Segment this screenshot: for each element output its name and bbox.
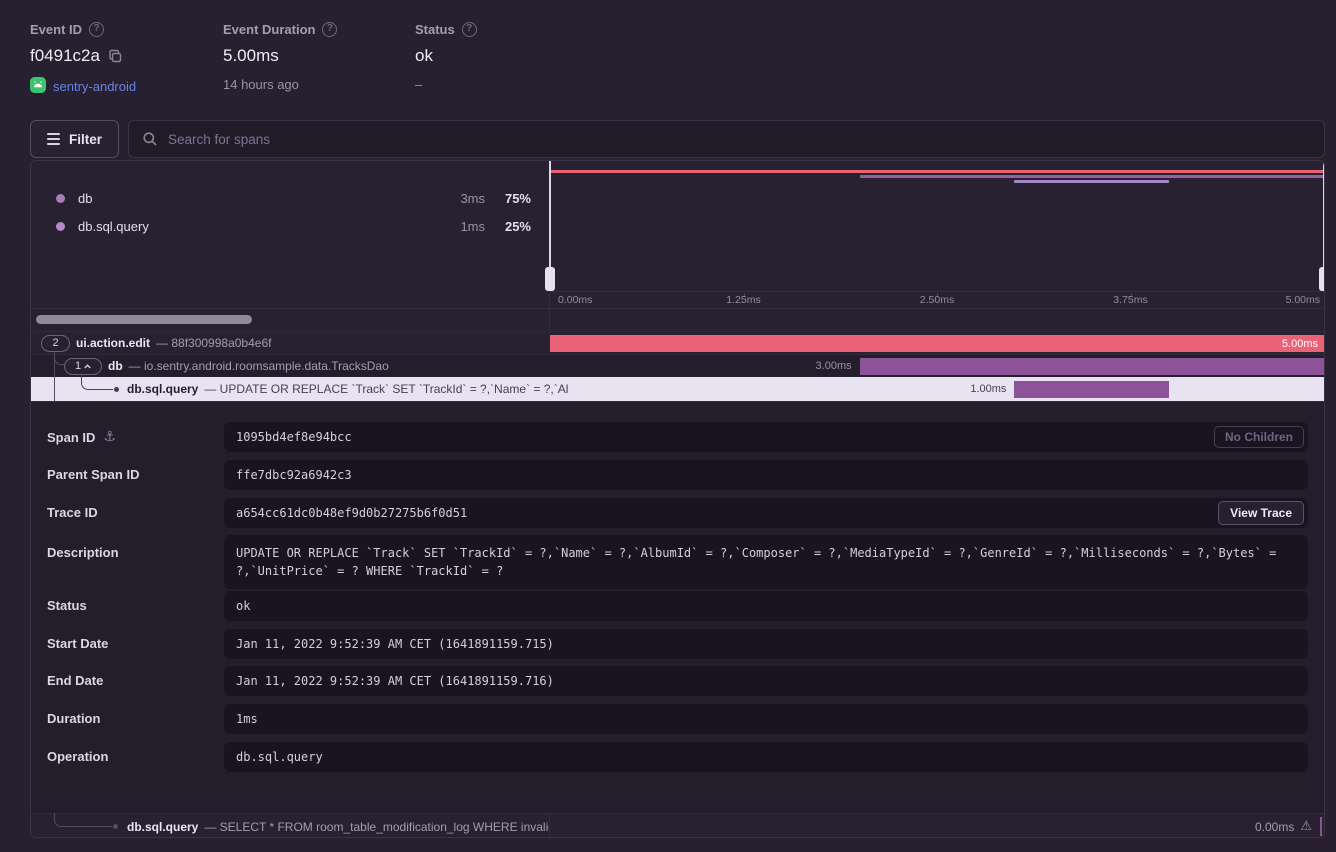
help-icon[interactable]: ? <box>462 22 477 37</box>
span-duration: 1.00ms <box>970 377 1006 401</box>
op-duration: 1ms <box>460 219 485 234</box>
filter-button-label: Filter <box>69 132 102 147</box>
legend-item-db[interactable]: db 3ms 75% <box>31 186 549 210</box>
children-count-pill[interactable]: 2 <box>41 335 70 352</box>
span-bar <box>860 358 1324 375</box>
event-id-label-row: Event ID ? <box>30 22 136 37</box>
span-id-value: 1095bd4ef8e94bcc <box>224 422 1308 452</box>
project-link[interactable]: sentry-android <box>53 79 136 94</box>
span-detail-page: Event ID ? f0491c2a sentry-android Event… <box>0 0 1336 852</box>
warning-icon: ⚠ <box>1300 819 1312 834</box>
detail-label: End Date <box>47 673 103 688</box>
span-duration: 0.00ms <box>1255 820 1294 834</box>
event-id-label: Event ID <box>30 22 82 37</box>
help-icon[interactable]: ? <box>322 22 337 37</box>
filter-button[interactable]: Filter <box>30 120 119 158</box>
op-name: db.sql.query <box>78 219 149 234</box>
status-sub: – <box>415 77 422 92</box>
detail-label: Status <box>47 598 87 613</box>
op-name: db <box>78 191 92 206</box>
filter-icon <box>47 133 60 145</box>
copy-icon[interactable] <box>108 49 123 64</box>
axis-tick: 3.75ms <box>1113 294 1147 306</box>
span-op: db.sql.query <box>127 382 198 396</box>
axis-tick: 2.50ms <box>920 294 954 306</box>
minimap-span-db-sql-query <box>1014 180 1169 183</box>
anchor-icon[interactable]: ⚓ <box>103 429 116 445</box>
span-op: db.sql.query <box>127 820 198 834</box>
time-axis: 0.00ms 1.25ms 2.50ms 3.75ms 5.00ms <box>550 291 1324 308</box>
parent-span-id-value: ffe7dbc92a6942c3 <box>224 460 1308 490</box>
view-trace-button[interactable]: View Trace <box>1218 501 1304 525</box>
event-duration-column: Event Duration ? 5.00ms 14 hours ago <box>223 22 337 92</box>
span-desc: — SELECT * FROM room_table_modification_… <box>204 820 549 834</box>
span-duration: 5.00ms <box>1282 338 1324 350</box>
axis-tick: 0.00ms <box>558 294 592 306</box>
span-desc: — 88f300998a0b4e6f <box>156 336 271 350</box>
event-age: 14 hours ago <box>223 77 299 92</box>
status-label: Status <box>415 22 455 37</box>
tree-connector-dot <box>113 824 118 829</box>
operation-value: db.sql.query <box>224 742 1308 772</box>
zero-duration-marker <box>1320 817 1322 836</box>
chevron-up-icon <box>84 364 91 369</box>
op-color-dot <box>56 194 65 203</box>
status-value: ok <box>415 46 433 66</box>
span-duration: 3.00ms <box>816 355 852 377</box>
detail-label: Duration <box>47 711 100 726</box>
span-bar: 5.00ms <box>550 335 1324 352</box>
description-value: UPDATE OR REPLACE `Track` SET `TrackId` … <box>224 535 1308 589</box>
panel-divider <box>549 309 550 331</box>
trace-id-value: a654cc61dc0b48ef9d0b27275b6f0d51 <box>224 498 1308 528</box>
detail-label: Start Date <box>47 636 108 651</box>
start-date-value: Jan 11, 2022 9:52:39 AM CET (1641891159.… <box>224 629 1308 659</box>
end-date-value: Jan 11, 2022 9:52:39 AM CET (1641891159.… <box>224 666 1308 696</box>
span-row-db-sql-query-selected[interactable]: db.sql.query — UPDATE OR REPLACE `Track`… <box>31 377 1324 401</box>
event-id-column: Event ID ? f0491c2a sentry-android <box>30 22 136 96</box>
detail-label: Trace ID <box>47 505 98 520</box>
detail-label: Description <box>47 545 119 560</box>
panel-divider <box>31 308 1324 309</box>
minimap-left-handle-grip[interactable] <box>545 267 555 291</box>
help-icon[interactable]: ? <box>89 22 104 37</box>
detail-label: Operation <box>47 749 108 764</box>
minimap-span-ui-action-edit <box>550 170 1324 173</box>
span-search-bar <box>128 120 1325 158</box>
panel-divider <box>549 814 550 838</box>
detail-label: Span ID <box>47 430 95 445</box>
span-row-db[interactable]: 1 db — io.sentry.android.roomsample.data… <box>31 354 1324 377</box>
span-details-panel: Span ID ⚓ 1095bd4ef8e94bcc No Children P… <box>31 401 1324 813</box>
span-row-db-sql-query-bottom[interactable]: db.sql.query — SELECT * FROM room_table_… <box>31 813 1324 838</box>
android-project-icon <box>30 77 46 96</box>
status-column: Status ? ok – <box>415 22 477 92</box>
op-color-dot <box>56 222 65 231</box>
span-row-ui-action-edit[interactable]: 2 ui.action.edit — 88f300998a0b4e6f 5.00… <box>31 331 1324 354</box>
axis-tick: 1.25ms <box>726 294 760 306</box>
op-percent: 25% <box>505 219 531 234</box>
span-bar <box>1014 381 1169 398</box>
legend-item-db-sql-query[interactable]: db.sql.query 1ms 25% <box>31 214 549 238</box>
no-children-badge[interactable]: No Children <box>1214 426 1304 448</box>
search-input[interactable] <box>168 132 1311 147</box>
duration-detail-value: 1ms <box>224 704 1308 734</box>
op-percent: 75% <box>505 191 531 206</box>
minimap-right-handle-grip[interactable] <box>1319 267 1325 291</box>
span-desc: — io.sentry.android.roomsample.data.Trac… <box>129 359 389 373</box>
trace-minimap[interactable] <box>550 161 1324 291</box>
minimap-span-db <box>860 175 1324 178</box>
search-icon <box>142 131 158 147</box>
op-duration: 3ms <box>460 191 485 206</box>
horizontal-scrollbar[interactable] <box>36 315 252 324</box>
span-desc: — UPDATE OR REPLACE `Track` SET `TrackId… <box>204 382 568 396</box>
detail-label: Parent Span ID <box>47 467 139 482</box>
span-op: ui.action.edit <box>76 336 150 350</box>
axis-tick: 5.00ms <box>1286 294 1320 306</box>
children-count-pill[interactable]: 1 <box>64 358 102 375</box>
event-duration-label: Event Duration <box>223 22 315 37</box>
status-detail-value: ok <box>224 591 1308 621</box>
tree-connector-dot <box>114 387 119 392</box>
trace-panel: db 3ms 75% db.sql.query 1ms 25% 0.00ms 1… <box>30 160 1325 838</box>
event-id-value: f0491c2a <box>30 46 100 66</box>
event-duration-value: 5.00ms <box>223 46 279 66</box>
